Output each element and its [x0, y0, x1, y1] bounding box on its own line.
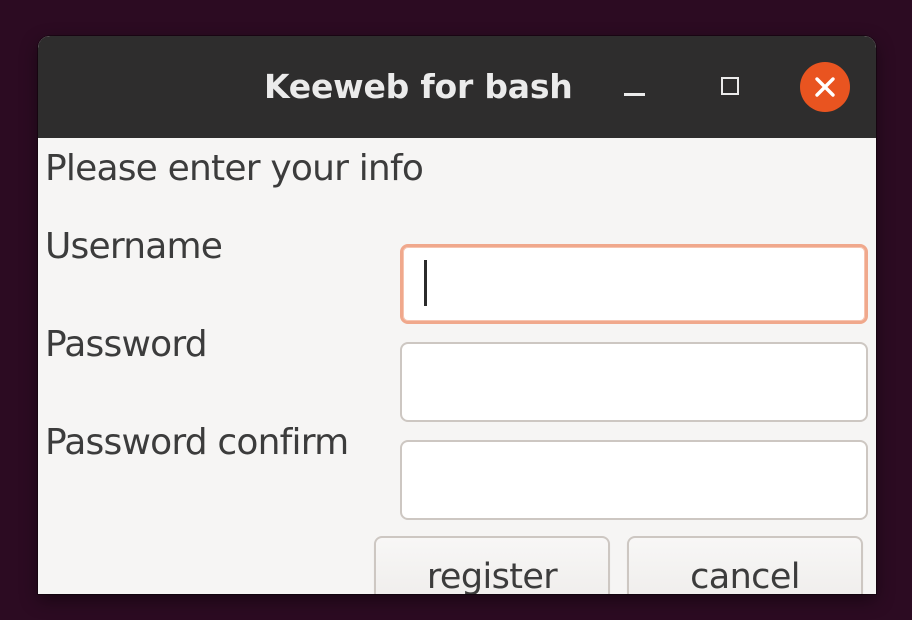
title-bar[interactable]: Keeweb for bash — [38, 36, 876, 138]
maximize-button[interactable] — [706, 62, 756, 112]
form-prompt: Please enter your info — [45, 148, 424, 189]
dialog-window: Keeweb for bash Please enter your info U… — [38, 36, 876, 594]
close-button[interactable] — [800, 62, 850, 112]
username-input[interactable] — [400, 244, 868, 324]
password-label: Password — [45, 324, 208, 365]
minimize-button[interactable] — [610, 62, 660, 112]
dialog-content: Please enter your info Username Password… — [38, 138, 876, 594]
cancel-button[interactable]: cancel — [627, 536, 863, 594]
register-button[interactable]: register — [374, 536, 610, 594]
username-label: Username — [45, 226, 223, 267]
text-cursor — [424, 260, 427, 306]
password-input[interactable] — [400, 342, 868, 422]
window-title: Keeweb for bash — [264, 67, 573, 106]
close-icon — [815, 77, 835, 97]
password-confirm-label: Password confirm — [45, 422, 349, 463]
password-confirm-input[interactable] — [400, 440, 868, 520]
